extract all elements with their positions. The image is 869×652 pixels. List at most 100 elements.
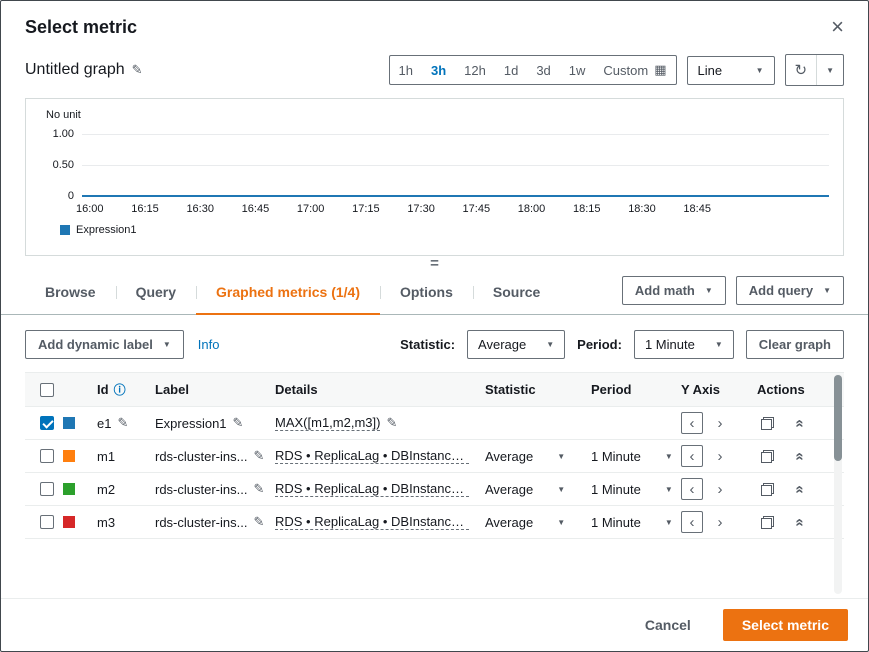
duplicate-icon[interactable] (761, 516, 774, 529)
row-period-select[interactable]: 1 Minute▼ (591, 515, 673, 530)
tab-source[interactable]: Source (473, 271, 560, 314)
metric-details-link[interactable]: RDS • ReplicaLag • DBInstanceIde... (275, 514, 469, 530)
duplicate-icon[interactable] (761, 417, 774, 430)
metric-chart: No unit 1.00 0.50 0 16:00 16:15 16:30 16… (25, 98, 844, 256)
move-to-top-icon[interactable]: « (793, 452, 808, 460)
edit-label-icon[interactable]: ✎ (253, 514, 264, 530)
graph-toolbar: Untitled graph ✎ 1h 3h 12h 1d 3d 1w Cust… (1, 46, 868, 90)
row-period-select[interactable]: 1 Minute▼ (591, 449, 673, 464)
edit-id-icon[interactable]: ✎ (117, 415, 128, 431)
row-checkbox[interactable] (40, 416, 54, 430)
select-metric-button[interactable]: Select metric (723, 609, 848, 641)
time-range-1d[interactable]: 1d (495, 56, 527, 84)
x-tick-label: 17:15 (352, 203, 380, 215)
table-row: m2 rds-cluster-ins...✎ RDS • ReplicaLag … (25, 473, 844, 506)
duplicate-icon[interactable] (761, 483, 774, 496)
move-to-top-icon[interactable]: « (793, 518, 808, 526)
refresh-options-button[interactable]: ▼ (816, 55, 843, 85)
y-tick-label: 0.50 (53, 159, 74, 171)
row-statistic-select[interactable]: Average▼ (485, 482, 565, 497)
row-period-value: 1 Minute (591, 482, 641, 497)
yaxis-left-button[interactable]: ‹ (681, 412, 703, 434)
yaxis-right-button[interactable]: › (709, 511, 731, 533)
id-column-header: Id (97, 382, 109, 397)
close-icon[interactable]: × (831, 16, 844, 38)
details-column-header: Details (267, 374, 477, 405)
dialog-header: Select metric × (1, 1, 868, 46)
chevron-down-icon: ▼ (665, 518, 673, 527)
cancel-button[interactable]: Cancel (639, 616, 697, 634)
clear-graph-button[interactable]: Clear graph (746, 330, 844, 359)
add-dynamic-label-text: Add dynamic label (38, 337, 153, 352)
metric-details-link[interactable]: MAX([m1,m2,m3]) (275, 415, 380, 431)
vertical-scrollbar[interactable] (834, 374, 842, 594)
table-header-row: Idⓘ Label Details Statistic Period Y Axi… (25, 372, 844, 407)
statistic-select[interactable]: Average ▼ (467, 330, 565, 359)
yaxis-column-header: Y Axis (673, 374, 749, 405)
tab-options[interactable]: Options (380, 271, 473, 314)
edit-label-icon[interactable]: ✎ (253, 481, 264, 497)
period-select[interactable]: 1 Minute ▼ (634, 330, 734, 359)
edit-label-icon[interactable]: ✎ (233, 415, 244, 431)
legend-label: Expression1 (76, 224, 137, 236)
chevron-down-icon: ▼ (823, 286, 831, 295)
tabs-bar: Browse Query Graphed metrics (1/4) Optio… (1, 271, 868, 315)
yaxis-right-button[interactable]: › (709, 412, 731, 434)
yaxis-left-button[interactable]: ‹ (681, 478, 703, 500)
row-checkbox[interactable] (40, 515, 54, 529)
add-dynamic-label-button[interactable]: Add dynamic label ▼ (25, 330, 184, 359)
time-range-1h[interactable]: 1h (390, 56, 422, 84)
chart-type-select[interactable]: Line ▼ (687, 56, 775, 85)
scrollbar-thumb[interactable] (834, 375, 842, 461)
metric-details-link[interactable]: RDS • ReplicaLag • DBInstanceIde... (275, 448, 469, 464)
yaxis-right-button[interactable]: › (709, 445, 731, 467)
edit-label-icon[interactable]: ✎ (253, 448, 264, 464)
chart-legend[interactable]: Expression1 (60, 224, 833, 236)
add-query-button[interactable]: Add query ▼ (736, 276, 844, 305)
yaxis-left-button[interactable]: ‹ (681, 445, 703, 467)
tab-graphed-metrics[interactable]: Graphed metrics (1/4) (196, 271, 380, 314)
move-to-top-icon[interactable]: « (793, 419, 808, 427)
metric-id: e1 (97, 416, 111, 431)
metric-id: m1 (97, 449, 115, 464)
row-statistic-select[interactable]: Average▼ (485, 515, 565, 530)
gridline (82, 165, 829, 166)
chevron-down-icon: ▼ (546, 340, 554, 349)
info-icon[interactable]: ⓘ (114, 381, 126, 398)
yaxis-right-button[interactable]: › (709, 478, 731, 500)
row-statistic-value: Average (485, 482, 533, 497)
metric-id: m3 (97, 515, 115, 530)
chevron-down-icon: ▼ (557, 452, 565, 461)
row-period-select[interactable]: 1 Minute▼ (591, 482, 673, 497)
tab-query[interactable]: Query (116, 271, 196, 314)
row-statistic-select[interactable]: Average▼ (485, 449, 565, 464)
row-checkbox[interactable] (40, 482, 54, 496)
info-link[interactable]: Info (198, 337, 220, 352)
time-range-1w[interactable]: 1w (560, 56, 595, 84)
edit-graph-title-icon[interactable]: ✎ (132, 62, 143, 78)
x-tick-label: 16:00 (76, 203, 104, 215)
move-to-top-icon[interactable]: « (793, 485, 808, 493)
y-tick-label: 1.00 (53, 128, 74, 140)
x-tick-label: 17:45 (463, 203, 491, 215)
add-math-button[interactable]: Add math ▼ (622, 276, 726, 305)
refresh-button[interactable]: ↻ (786, 55, 817, 85)
chevron-down-icon: ▼ (705, 286, 713, 295)
time-range-3d[interactable]: 3d (527, 56, 559, 84)
select-all-checkbox[interactable] (40, 383, 54, 397)
add-query-label: Add query (749, 283, 813, 298)
time-range-3h[interactable]: 3h (422, 56, 455, 84)
duplicate-icon[interactable] (761, 450, 774, 463)
tab-browse[interactable]: Browse (25, 271, 116, 314)
plot-area: 1.00 0.50 0 (82, 134, 829, 196)
time-range-custom[interactable]: Custom ▦ (594, 56, 675, 84)
table-row: m3 rds-cluster-ins...✎ RDS • ReplicaLag … (25, 506, 844, 539)
y-axis-unit-label: No unit (46, 109, 833, 121)
edit-details-icon[interactable]: ✎ (386, 415, 397, 431)
row-checkbox[interactable] (40, 449, 54, 463)
resize-drag-handle[interactable]: = (1, 258, 868, 271)
refresh-icon: ↻ (795, 61, 808, 79)
yaxis-left-button[interactable]: ‹ (681, 511, 703, 533)
time-range-12h[interactable]: 12h (455, 56, 495, 84)
metric-details-link[interactable]: RDS • ReplicaLag • DBInstanceIde... (275, 481, 469, 497)
